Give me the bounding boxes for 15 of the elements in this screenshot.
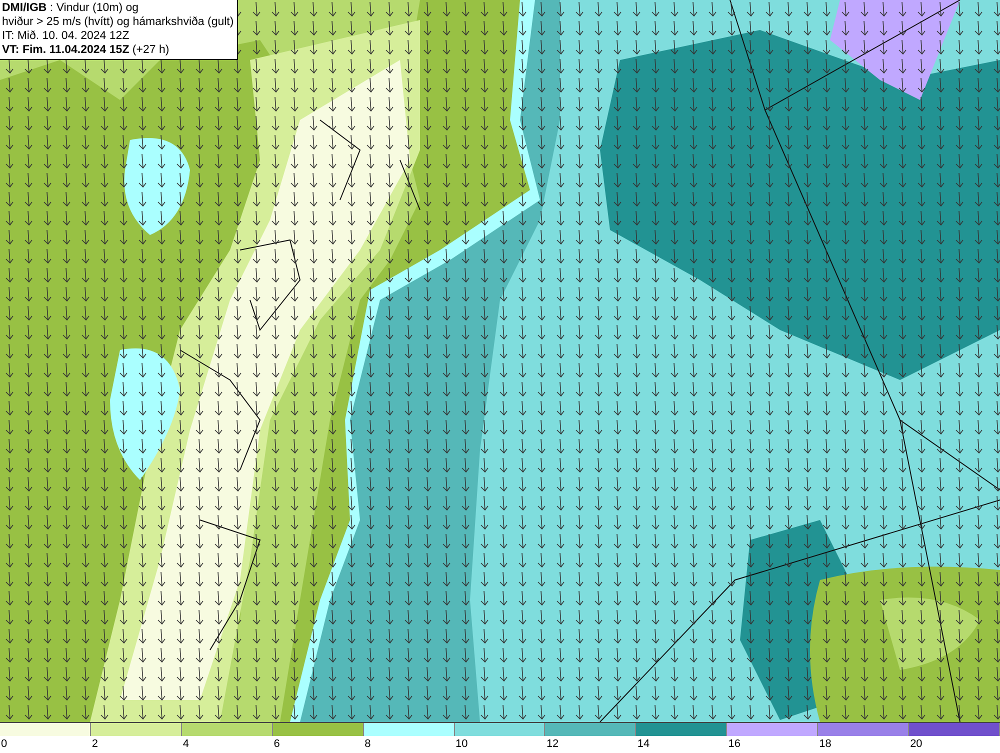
legend-label: 16: [727, 737, 740, 752]
legend-label: 12: [545, 737, 559, 752]
legend-label: 10: [454, 737, 468, 752]
info-text: DMI/IGB : Vindur (10m) og: [2, 1, 140, 15]
legend-label: 6: [272, 737, 280, 752]
legend-label: 4: [182, 737, 189, 752]
legend-label: 14: [636, 737, 650, 752]
info-text: hviður > 25 m/s (hvítt) og hámarkshviða (gult): [2, 15, 234, 29]
legend-label: 8: [364, 737, 371, 752]
legend-label: 0: [0, 737, 8, 752]
info-text: VT: Fim. 11.04.2024 15Z (+27 h): [2, 43, 170, 57]
legend-label: 2: [90, 737, 98, 752]
info-text: IT: Mið. 10. 04. 2024 12Z: [2, 29, 130, 43]
legend-label: 20: [909, 737, 922, 752]
legend-label: 18: [818, 737, 832, 752]
